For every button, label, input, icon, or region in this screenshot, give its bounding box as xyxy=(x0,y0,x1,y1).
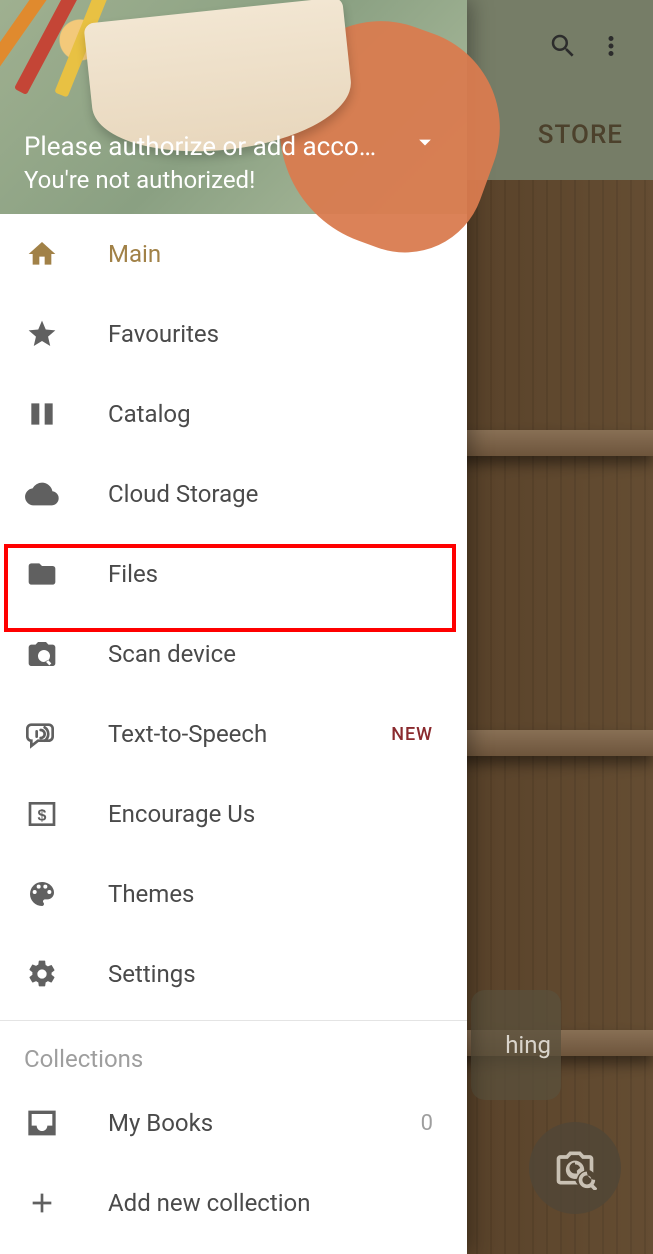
nav-label: Favourites xyxy=(108,320,219,348)
palette-icon xyxy=(24,878,60,910)
nav-tts[interactable]: Text-to-Speech NEW xyxy=(0,694,467,774)
tooltip-fragment: hing xyxy=(471,990,561,1100)
plus-icon xyxy=(24,1187,60,1219)
collection-label: My Books xyxy=(108,1109,213,1137)
gear-icon xyxy=(24,958,60,990)
scan-icon xyxy=(24,638,60,670)
nav-label: Catalog xyxy=(108,400,191,428)
new-badge: NEW xyxy=(391,724,433,745)
dollar-icon: $ xyxy=(24,798,60,830)
tooltip-text: hing xyxy=(505,1031,551,1059)
nav-encourage-us[interactable]: $ Encourage Us xyxy=(0,774,467,854)
nav-label: Text-to-Speech xyxy=(108,720,267,748)
nav-label: Main xyxy=(108,240,161,268)
nav-themes[interactable]: Themes xyxy=(0,854,467,934)
camera-search-icon xyxy=(553,1146,597,1190)
add-collection-label: Add new collection xyxy=(108,1189,311,1217)
nav-settings[interactable]: Settings xyxy=(0,934,467,1014)
cloud-icon xyxy=(24,477,60,511)
svg-text:$: $ xyxy=(38,808,47,825)
folder-icon xyxy=(24,558,60,590)
nav-label: Scan device xyxy=(108,640,236,668)
chevron-down-icon xyxy=(411,128,439,156)
navigation-drawer: Please authorize or add acco… You're not… xyxy=(0,0,467,1254)
divider xyxy=(0,1020,467,1021)
nav-label: Themes xyxy=(108,880,194,908)
home-icon xyxy=(24,238,60,270)
inbox-icon xyxy=(24,1107,60,1139)
nav-label: Settings xyxy=(108,960,196,988)
drawer-header[interactable]: Please authorize or add acco… You're not… xyxy=(0,0,467,214)
collections-header: Collections xyxy=(0,1027,467,1083)
tts-icon xyxy=(24,718,60,750)
collection-count: 0 xyxy=(421,1111,433,1136)
nav-favourites[interactable]: Favourites xyxy=(0,294,467,374)
nav-scan-device[interactable]: Scan device xyxy=(0,614,467,694)
nav-label: Encourage Us xyxy=(108,800,255,828)
add-collection[interactable]: Add new collection xyxy=(0,1163,467,1243)
nav-files[interactable]: Files xyxy=(0,534,467,614)
collection-my-books[interactable]: My Books 0 xyxy=(0,1083,467,1163)
drawer-menu: Main Favourites Catalog Cloud Storage Fi… xyxy=(0,214,467,1254)
account-dropdown[interactable] xyxy=(411,128,439,160)
drawer-subtitle: You're not authorized! xyxy=(24,166,443,194)
nav-catalog[interactable]: Catalog xyxy=(0,374,467,454)
catalog-icon xyxy=(24,398,60,430)
nav-label: Files xyxy=(108,560,158,588)
drawer-title: Please authorize or add acco… xyxy=(24,132,384,162)
nav-cloud-storage[interactable]: Cloud Storage xyxy=(0,454,467,534)
star-icon xyxy=(24,318,60,350)
nav-label: Cloud Storage xyxy=(108,480,258,508)
scan-fab[interactable] xyxy=(529,1122,621,1214)
